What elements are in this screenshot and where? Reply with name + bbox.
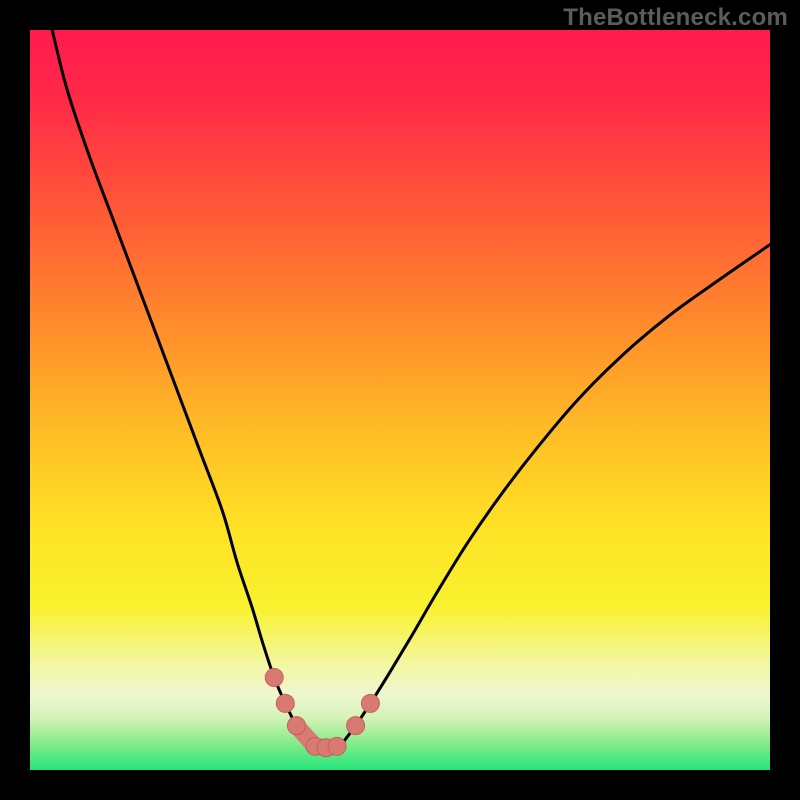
- trough-markers: [265, 669, 379, 757]
- marker-dot: [276, 694, 294, 712]
- curves-layer: [30, 30, 770, 770]
- right-curve: [308, 245, 771, 748]
- marker-dot: [347, 717, 365, 735]
- marker-dot: [361, 694, 379, 712]
- marker-dot: [265, 669, 283, 687]
- marker-dot: [287, 717, 305, 735]
- left-curve: [52, 30, 344, 748]
- watermark-text: TheBottleneck.com: [563, 4, 788, 32]
- marker-dot: [328, 737, 346, 755]
- chart-frame: TheBottleneck.com: [0, 0, 800, 800]
- plot-area: [30, 30, 770, 770]
